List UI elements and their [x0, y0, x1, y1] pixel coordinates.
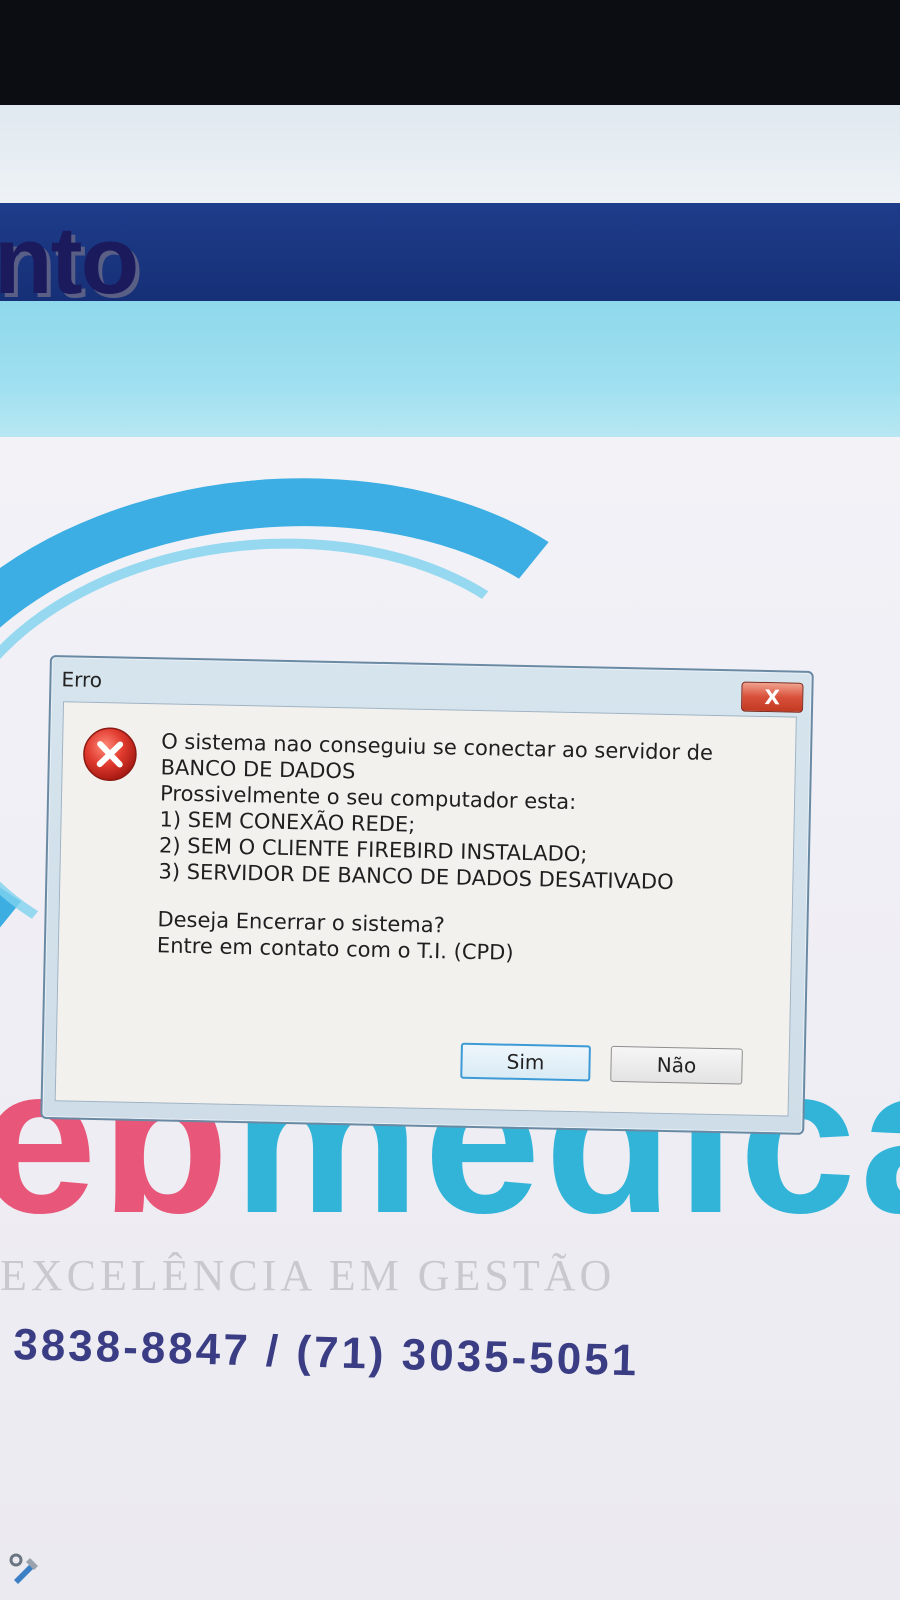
- dialog-body: O sistema nao conseguiu se conectar ao s…: [54, 701, 797, 1117]
- top-strip: [0, 105, 900, 203]
- close-icon: X: [764, 684, 781, 710]
- error-dialog: Erro X O sistema nao conseguiu se conect…: [40, 655, 814, 1135]
- app-header-title: nto: [0, 207, 139, 314]
- no-button[interactable]: Não: [610, 1045, 743, 1085]
- contact-phones: 3838-8847 / (71) 3035-5051: [12, 1320, 640, 1386]
- error-icon: [83, 727, 137, 782]
- tools-icon[interactable]: [6, 1550, 46, 1590]
- close-button[interactable]: X: [740, 681, 804, 713]
- yes-button[interactable]: Sim: [460, 1042, 591, 1082]
- logo-tagline: EXCELÊNCIA EM GESTÃO: [0, 1251, 616, 1300]
- header-band: [0, 301, 900, 437]
- dialog-title: Erro: [61, 667, 103, 693]
- error-message: O sistema nao conseguiu se conectar ao s…: [157, 728, 714, 970]
